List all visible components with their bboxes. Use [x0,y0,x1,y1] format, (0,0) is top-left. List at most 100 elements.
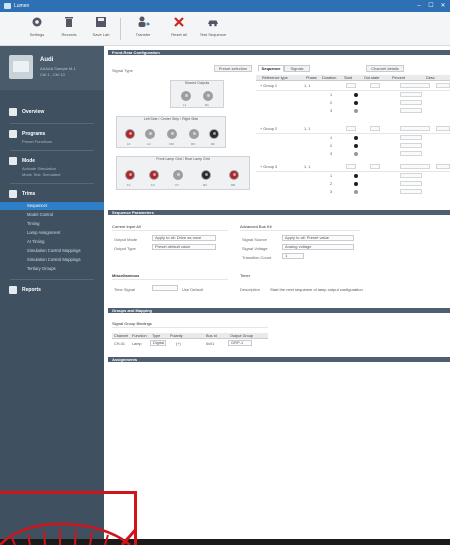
description-value[interactable]: Start the next sequence of lamp output c… [270,287,363,292]
sidebar-item-lamp-assignment[interactable]: Lamp Assignment [0,229,104,237]
signal-voltage-field[interactable]: Analog voltage [282,244,354,250]
state-indicator [354,101,358,105]
table-row[interactable]: 2 [330,101,332,105]
window-title: Lumen [14,3,30,9]
table-group-label[interactable]: + Group 1 [260,84,277,88]
group-cell[interactable] [400,164,430,169]
group-cell[interactable] [400,126,430,131]
table-row[interactable]: 2 [330,144,332,148]
lamp-indicator[interactable] [125,170,135,180]
lamp-indicator[interactable] [145,129,155,139]
group-type-select[interactable]: Digital [150,340,166,346]
group-row-cell[interactable]: (+) [176,342,181,346]
table-group-label[interactable]: + Group 3 [260,165,277,169]
table-row[interactable]: 1 [330,93,332,97]
table-row[interactable]: 3 [330,190,332,194]
group-cell[interactable] [370,83,380,88]
lamp-indicator[interactable] [189,129,199,139]
close-window-button[interactable]: ✕ [439,2,447,10]
main-content: Front-Rear Configuration Signal Type Pre… [104,46,450,545]
sidebar-item-sim-mappings-1[interactable]: Simulation Control Mappings [0,247,104,255]
lamp-indicator[interactable] [167,129,177,139]
group-cell[interactable] [370,164,380,169]
group-cell[interactable] [436,126,450,131]
table-row[interactable]: 1 [330,174,332,178]
table-cell[interactable] [400,173,422,178]
lamp-indicator[interactable] [173,170,183,180]
table-row[interactable]: 3 [330,109,332,113]
profile-card: Audi AAAAA Sample M-1 Ctrl 1 - Ctrl 10 [0,46,104,90]
list-icon [9,108,17,116]
sidebar-item-ai-timing[interactable]: AI Timing [0,238,104,246]
sidebar-item-sequencer[interactable]: Sequencer [0,202,104,210]
table-cell[interactable] [400,151,422,156]
lamp-indicator[interactable] [149,170,159,180]
toolbar-separator [120,18,121,40]
table-divider [256,171,450,172]
lamp-indicator[interactable] [201,170,211,180]
save-lab-button[interactable]: Save Lab [86,15,116,43]
group-row-cell[interactable]: 0x01 [206,342,214,346]
lamp-indicator[interactable] [203,91,213,101]
channel-details-button[interactable]: Channel details [366,65,404,72]
group-cell[interactable] [346,83,356,88]
side-lamps-panel: Left Side / Center Strip / Right Side LF… [116,116,226,148]
table-row[interactable]: 1 [330,136,332,140]
table-group-label[interactable]: + Group 2 [260,127,277,131]
sidebar-item-sim-mappings-2[interactable]: Simulation Control Mappings [0,256,104,264]
table-row[interactable]: 2 [330,182,332,186]
report-icon [9,286,17,294]
profile-line-2: Ctrl 1 - Ctrl 10 [40,72,65,77]
misc-title: Miscellaneous [112,273,140,278]
divider [112,327,268,328]
trash-icon [65,17,73,27]
group-cell[interactable] [436,164,450,169]
group-cell[interactable] [370,126,380,131]
lamp-grid-panel: Front Lamp Grid / Rear Lamp Grid FL FC C… [116,156,250,190]
table-cell[interactable] [400,181,422,186]
minimize-button[interactable]: – [415,2,423,10]
group-cell[interactable] [400,83,430,88]
reset-all-button[interactable]: Reset all [164,15,194,43]
lamp-indicator[interactable] [125,129,135,139]
output-group-select[interactable]: GRP-1 [228,340,252,346]
output-mode-field[interactable]: Apply to all: Drive as once [152,235,216,241]
table-cell[interactable] [400,108,422,113]
table-cell[interactable] [400,135,422,140]
output-type-label: Output Type [114,246,136,251]
sidebar-item-tertiary-groups[interactable]: Tertiary Groups [0,265,104,273]
table-row[interactable]: 3 [330,152,332,156]
group-cell[interactable] [346,126,356,131]
maximize-button[interactable]: ☐ [427,2,435,10]
group-row-cell[interactable]: CH-01 [114,342,125,346]
time-signal-field[interactable] [152,285,178,291]
preset-selection-button[interactable]: Preset selection [214,65,252,72]
vehicle-avatar [9,55,33,79]
records-button[interactable]: Records [54,15,84,43]
group-cell[interactable] [346,164,356,169]
lamp-indicator[interactable] [229,170,239,180]
state-indicator [354,109,358,113]
tab-signals[interactable]: Signals [284,65,310,72]
transfer-button[interactable]: Transfer [128,15,158,43]
settings-button[interactable]: Settings [22,15,52,43]
divider [112,230,228,231]
table-group-count: 1, 1 [304,84,311,88]
lamp-indicator[interactable] [209,129,219,139]
transition-count-field[interactable]: 1 [282,253,304,259]
group-row-cell[interactable]: Lamp [132,342,142,346]
sidebar-item-timing[interactable]: Timing [0,220,104,228]
lamp-indicator[interactable] [181,91,191,101]
group-cell[interactable] [436,83,450,88]
table-cell[interactable] [400,92,422,97]
state-indicator [354,182,358,186]
sidebar-item-model-control[interactable]: Model Control [0,211,104,219]
test-sequence-button[interactable]: Test Sequence [198,15,228,43]
signal-source-field[interactable]: Apply to all: Preset value [282,235,354,241]
table-cell[interactable] [400,100,422,105]
highlight-callout [0,491,137,545]
tab-sequence[interactable]: Sequence [258,65,284,72]
table-cell[interactable] [400,189,422,194]
table-cell[interactable] [400,143,422,148]
output-type-field[interactable]: Preset default value [152,244,216,250]
